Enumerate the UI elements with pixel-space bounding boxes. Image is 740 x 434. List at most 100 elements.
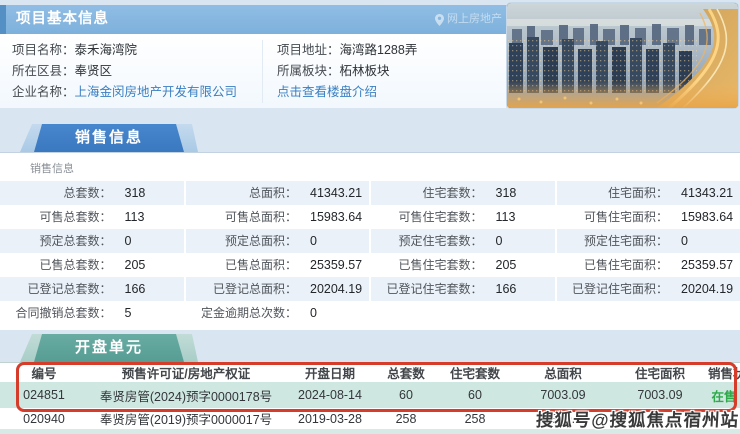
project-fields-right: 项目地址：海湾路1288弄 所属板块：柘林板块 点击查看楼盘介绍 (262, 40, 506, 103)
sales-field-value: 0 (495, 234, 503, 248)
sales-rows: 总套数： 318 总面积： 41343.21 住宅套数： 318 住宅面积： 41343.21… (0, 181, 740, 325)
sales-field-value: 113 (124, 210, 145, 224)
project-info-header: 项目基本信息 网上房地产 (0, 5, 512, 34)
field-label: 所在区县： (12, 64, 75, 78)
sales-field-label: 已售住宅套数： (398, 258, 483, 272)
column-header: 总套数 (387, 367, 425, 381)
city-skyline-image (507, 3, 738, 108)
table-cell: 024851 (23, 388, 65, 402)
project-fields-left: 项目名称：泰禾海湾院 所在区县：奉贤区 企业名称：上海金闵房地产开发有限公司 (12, 40, 262, 103)
field-value: 泰禾海湾院 (74, 43, 138, 57)
info-row: 所在区县：奉贤区 (12, 61, 262, 82)
column-header: 编号 (31, 367, 57, 381)
sales-cell: 可售住宅面积： 15983.64 (556, 205, 740, 229)
info-row: 项目地址：海湾路1288弄 (277, 40, 506, 61)
sales-field-label: 可售总面积： (224, 210, 297, 224)
sales-row: 已登记总套数： 166 已登记总面积： 20204.19 已登记住宅套数： 166 已登记住… (0, 277, 740, 301)
column-header: 销售状态 (708, 367, 740, 381)
sales-field-label: 可售总套数： (39, 210, 112, 224)
tab-opening-units[interactable]: 开盘单元 (20, 334, 198, 362)
project-info-section: 项目基本信息 网上房地产 项目名称：泰禾海湾院 所在区县：奉贤区 企业名称：上海金闵… (0, 0, 740, 112)
sales-field-value (483, 301, 555, 325)
sales-field-label: 预定住宅套数： (398, 234, 483, 248)
table-cell: 020940 (23, 411, 65, 426)
sales-field-label: 已售总套数： (39, 258, 112, 272)
sales-field-label: 定金逾期总次数： (200, 306, 297, 320)
sales-field-label: 已登记总套数： (27, 282, 112, 296)
sales-cell: 已登记住宅面积： 20204.19 (556, 277, 740, 301)
sales-cell: 定金逾期总次数： 0 (185, 301, 369, 325)
table-cell: 60 (399, 388, 413, 402)
sales-cell: 已售住宅套数： 205 (371, 253, 555, 277)
sales-field-value: 15983.64 (681, 210, 734, 224)
sales-field-value: 5 (124, 306, 132, 320)
sales-field-label: 可售住宅套数： (398, 210, 483, 224)
sales-field-value: 25359.57 (310, 258, 363, 272)
sales-row: 可售总套数： 113 可售总面积： 15983.64 可售住宅套数： 113 可售住宅面积：… (0, 205, 740, 229)
column-header: 住宅面积 (634, 367, 685, 381)
field-label: 企业名称： (12, 85, 75, 99)
sales-cell: 已登记总套数： 166 (0, 277, 184, 301)
sales-field-value: 25359.57 (681, 258, 734, 272)
sales-cell: 住宅面积： 41343.21 (556, 181, 740, 205)
status-badge: 在售 (711, 389, 737, 404)
page-title: 项目基本信息 (16, 11, 109, 27)
sales-row: 合同撤销总套数： 5 定金逾期总次数： 0 (0, 301, 740, 325)
sales-cell: 预定总套数： 0 (0, 229, 184, 253)
sales-field-label: 预定总面积： (224, 234, 297, 248)
sales-cell: 合同撤销总套数： 5 (0, 301, 184, 325)
table-cell: 2024-08-14 (298, 388, 362, 402)
sales-cell: 可售住宅套数： 113 (371, 205, 555, 229)
project-photo (507, 3, 738, 108)
sales-field-value: 15983.64 (310, 210, 363, 224)
sales-field-value: 0 (124, 234, 132, 248)
table-cell: 258 (395, 411, 417, 426)
sales-cell: 预定住宅套数： 0 (371, 229, 555, 253)
sales-field-label: 总套数： (63, 186, 112, 200)
info-row: 点击查看楼盘介绍 (277, 82, 506, 103)
sales-field-value: 20204.19 (681, 282, 734, 296)
sales-field-label: 已售住宅面积： (583, 258, 668, 272)
sales-field-label: 合同撤销总套数： (15, 306, 112, 320)
sales-field-value: 41343.21 (310, 186, 363, 200)
sales-field-label: 已登记住宅面积： (571, 282, 668, 296)
sales-field-value: 0 (310, 234, 317, 248)
sales-field-value: 166 (495, 282, 517, 296)
table-cell: 7003.09 (637, 388, 683, 402)
sales-subtitle: 销售信息 (30, 163, 74, 175)
table-cell: 258 (464, 411, 486, 426)
map-badge: 网上房地产 (435, 5, 502, 34)
info-row: 所属板块：柘林板块 (277, 61, 506, 82)
sales-field-label (557, 301, 669, 325)
field-value: 海湾路1288弄 (339, 43, 418, 57)
field-label: 项目地址： (277, 43, 340, 57)
sales-cell (556, 301, 740, 325)
sales-cell: 预定住宅面积： 0 (556, 229, 740, 253)
column-header: 总面积 (544, 367, 582, 381)
field-value: 奉贤区 (74, 64, 113, 78)
sales-cell: 预定总面积： 0 (185, 229, 369, 253)
column-header: 开盘日期 (304, 367, 355, 381)
field-label: 项目名称： (12, 43, 75, 57)
sales-row: 已售总套数： 205 已售总面积： 25359.57 已售住宅套数： 205 已售住宅面积：… (0, 253, 740, 277)
sales-cell: 总面积： 41343.21 (185, 181, 369, 205)
column-header: 住宅套数 (449, 367, 500, 381)
sales-field-value: 166 (124, 282, 146, 296)
sales-field-value: 0 (681, 234, 688, 248)
info-row: 企业名称：上海金闵房地产开发有限公司 (12, 82, 262, 103)
sales-cell (371, 301, 555, 325)
watermark: 搜狐号@搜狐焦点宿州站 (535, 410, 740, 430)
sales-info-box: 销售信息 总套数： 318 总面积： 41343.21 住宅套数： 318 住宅面积： 413… (0, 152, 740, 330)
sales-field-value: 41343.21 (681, 186, 734, 200)
table-row[interactable]: 024851 奉贤房管(2024)预字0000178号 2024-08-14 60 60… (0, 382, 740, 408)
field-link[interactable]: 上海金闵房地产开发有限公司 (75, 85, 238, 99)
sales-field-value: 20204.19 (310, 282, 363, 296)
sales-field-label: 已登记住宅套数： (386, 282, 483, 296)
sales-field-value: 205 (495, 258, 517, 272)
tab-sales-info[interactable]: 销售信息 (20, 124, 198, 152)
table-cell: 2019-03-28 (298, 411, 362, 426)
column-header: 预售许可证/房地产权证 (121, 367, 251, 381)
sales-row: 总套数： 318 总面积： 41343.21 住宅套数： 318 住宅面积： 41343.21 (0, 181, 740, 205)
field-link[interactable]: 点击查看楼盘介绍 (277, 85, 377, 99)
sales-field-value: 0 (310, 306, 317, 320)
